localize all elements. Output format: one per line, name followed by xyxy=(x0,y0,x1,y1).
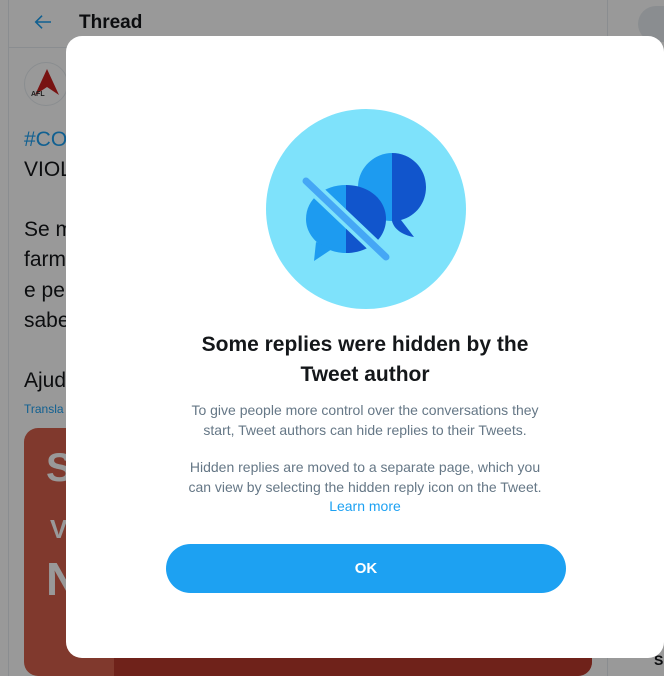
hidden-replies-icon xyxy=(266,109,466,309)
learn-more-container: Learn more xyxy=(126,496,604,516)
dialog-text-line: Hidden replies are moved to a separate p… xyxy=(189,459,541,475)
hidden-replies-dialog: Some replies were hidden by the Tweet au… xyxy=(66,36,664,658)
dialog-text-line: To give people more control over the con… xyxy=(191,402,539,418)
dialog-title-line: Some replies were hidden by the xyxy=(201,333,529,356)
learn-more-link[interactable]: Learn more xyxy=(329,498,401,514)
ok-button[interactable]: OK xyxy=(166,544,566,593)
dialog-title: Some replies were hidden by the Tweet au… xyxy=(126,330,604,390)
dialog-text-line: start, Tweet authors can hide replies to… xyxy=(203,422,527,438)
dialog-title-line: Tweet author xyxy=(300,363,430,386)
dialog-text-line: can view by selecting the hidden reply i… xyxy=(188,479,542,495)
dialog-description: Hidden replies are moved to a separate p… xyxy=(126,457,604,497)
dialog-description: To give people more control over the con… xyxy=(126,400,604,440)
